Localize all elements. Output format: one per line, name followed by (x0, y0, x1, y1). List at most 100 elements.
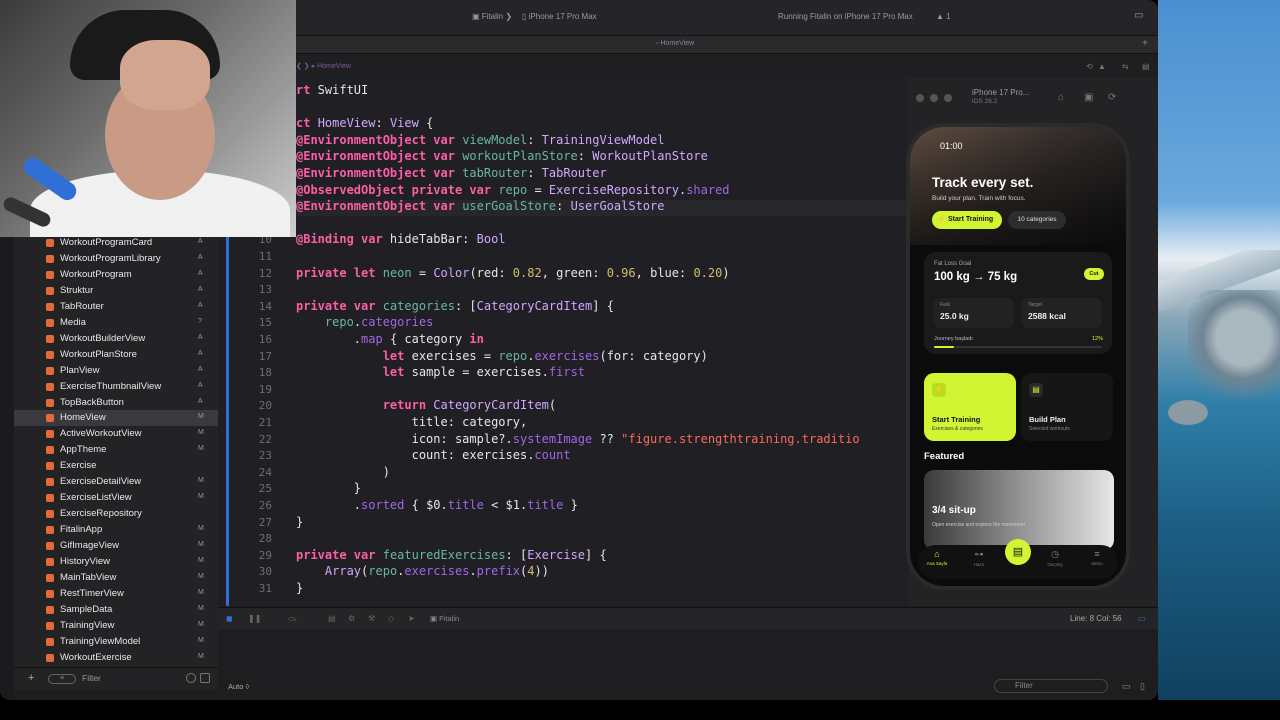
swift-file-icon (46, 382, 54, 391)
tab-home[interactable]: ⌂ Ana Sayfa (922, 549, 952, 566)
add-file-icon[interactable]: + (28, 672, 34, 684)
navigator-file-row[interactable]: ActiveWorkoutView M (14, 426, 218, 442)
inspector-toggle-icon[interactable]: ▭ (1134, 10, 1143, 21)
navigator-file-row[interactable]: WorkoutExercise M (14, 650, 218, 666)
wallpaper-shore (1188, 290, 1280, 410)
file-name: RestTimerView (60, 587, 124, 599)
navigator-file-row[interactable]: ExerciseThumbnailView A (14, 379, 218, 395)
navigator-file-row[interactable]: FitalinApp M (14, 522, 218, 538)
debug-target[interactable]: ▣ Fitalin (430, 614, 459, 623)
device-label: iPhone 17 Pro Max (528, 12, 597, 21)
navigator-file-row[interactable]: ExerciseRepository (14, 506, 218, 522)
minimize-dot-icon[interactable] (930, 94, 938, 102)
code-line: @EnvironmentObject var tabRouter: TabRou… (296, 166, 607, 180)
split-console-icon[interactable]: ▭ (1138, 614, 1146, 623)
scm-status: A (198, 381, 203, 389)
line-number: 19 (258, 382, 272, 396)
file-name: PlanView (60, 364, 100, 376)
navigator-file-row[interactable]: HistoryView M (14, 554, 218, 570)
tab-label: Ana Sayfa (926, 561, 948, 566)
breadcrumb[interactable]: ❮ ❯ ▸ HomeView (296, 62, 351, 70)
navigator-file-row[interactable]: RestTimerView M (14, 586, 218, 602)
issue-icon[interactable]: ▲ (1098, 62, 1106, 71)
tab-history[interactable]: ◷ Geçmiş (1040, 549, 1070, 567)
navigator-file-row[interactable]: WorkoutProgram A (14, 267, 218, 283)
split-view-icon[interactable]: ▯ (1140, 681, 1145, 692)
clipboard-icon: ▤ (1029, 383, 1043, 397)
console-mode-select[interactable]: Auto ◊ (228, 682, 249, 691)
filter-toggle-icon[interactable]: ≡ (48, 674, 76, 684)
code-line: @EnvironmentObject var workoutPlanStore:… (296, 149, 708, 164)
tab-workouts[interactable]: ⊶ Hazır (964, 549, 994, 567)
swift-file-icon (46, 558, 54, 566)
step-over-icon[interactable]: ⤼ (288, 614, 297, 624)
navigator-file-row[interactable]: WorkoutPlanStore A (14, 347, 218, 363)
adjust-icon[interactable]: ⇆ (1122, 62, 1129, 71)
simulate-location-icon[interactable]: ◇ (388, 614, 394, 623)
code-line: @EnvironmentObject var viewModel: Traini… (296, 132, 665, 147)
navigator-file-row[interactable]: WorkoutProgramLibrary A (14, 251, 218, 267)
navigator-file-row[interactable]: TopBackButton A (14, 395, 218, 411)
goal-card[interactable]: Fat Loss Goal 100 kg → 75 kg Cut Fark 25… (924, 252, 1112, 354)
navigator-file-row[interactable]: ExerciseDetailView M (14, 474, 218, 490)
navigator-filter-input[interactable]: Filter (82, 673, 101, 683)
rotate-icon[interactable]: ⟳ (1108, 92, 1116, 103)
source-editor[interactable]: 10 11 12 13 14 15 16 17 18 19 20 21 22 23 24 25 26 27 28 29… (218, 78, 908, 606)
minimap-icon[interactable]: ▤ (1142, 62, 1150, 71)
navigator-file-row[interactable]: WorkoutProgramCard A (14, 235, 218, 251)
wallpaper-rock (1168, 400, 1208, 425)
pause-icon[interactable]: ❚❚ (248, 614, 261, 623)
tab-homeview[interactable]: ▫ HomeView (656, 40, 694, 47)
code-line: } (296, 514, 304, 529)
back-icon[interactable]: ⟲ (1086, 62, 1093, 71)
plan-fab-button[interactable]: ▤ (1005, 539, 1031, 565)
navigator-file-row[interactable]: ExerciseListView M (14, 490, 218, 506)
scm-status: M (198, 572, 204, 580)
navigator-file-row[interactable]: WorkoutBuilderView A (14, 331, 218, 347)
view-debugger-icon[interactable]: ▤ (328, 614, 336, 623)
navigator-file-row[interactable]: GifImageView M (14, 538, 218, 554)
scm-status: M (198, 588, 204, 596)
scm-status: M (198, 557, 204, 564)
scm-filter-icon[interactable] (200, 673, 210, 683)
scm-status: A (198, 238, 203, 245)
console-filter-input[interactable]: Filter (994, 679, 1108, 693)
navigator-file-row[interactable]: TrainingView M (14, 618, 218, 634)
navigator-file-row[interactable]: PlanView A (14, 363, 218, 379)
navigator-file-row[interactable]: SampleData M (14, 602, 218, 618)
tab-menu[interactable]: ≡ Menu (1082, 549, 1112, 566)
featured-heading: Featured (924, 451, 965, 462)
screenshot-icon[interactable]: ▣ (1084, 92, 1093, 103)
scheme-selector[interactable]: ▣ Fitalin ❯ (472, 12, 512, 21)
swift-file-icon (46, 270, 54, 279)
hero-title: Track every set. (932, 175, 1034, 190)
home-icon[interactable]: ⌂ (1058, 92, 1064, 103)
toggle-console-icon[interactable]: ◼ (226, 614, 233, 623)
zoom-dot-icon[interactable] (944, 94, 952, 102)
memory-graph-icon[interactable]: ⚙ (348, 614, 355, 623)
start-training-card[interactable]: ⚡ Start Training Exercises & categories (924, 373, 1016, 441)
navigator-file-row[interactable]: TabRouter A (14, 299, 218, 315)
close-dot-icon[interactable] (916, 94, 924, 102)
navigator-file-row[interactable]: Media? (14, 315, 218, 331)
start-training-button[interactable]: Start Training (932, 211, 1002, 229)
warning-indicator[interactable]: ▲ 1 (936, 12, 951, 21)
navigator-file-row[interactable]: Struktur A (14, 283, 218, 299)
navigator-file-row[interactable]: Exercise (14, 458, 218, 474)
location-arrow-icon[interactable]: ➤ (408, 614, 415, 623)
recent-files-icon[interactable] (186, 673, 196, 683)
navigator-file-row[interactable]: TrainingViewModel M (14, 634, 218, 650)
device-selector[interactable]: ▯ iPhone 17 Pro Max (522, 12, 597, 21)
add-tab-icon[interactable]: + (1142, 38, 1148, 49)
navigator-file-row[interactable]: MainTabView M (14, 570, 218, 586)
featured-exercise-card[interactable]: 3/4 sit-up Open exercise and explore the… (924, 470, 1114, 550)
environment-icon[interactable]: ⚒ (368, 614, 375, 623)
scm-status: A (198, 253, 203, 261)
scm-status: M (198, 445, 204, 453)
navigator-file-row[interactable]: AppTheme M (14, 442, 218, 458)
scm-status: M (198, 477, 204, 485)
categories-button[interactable]: 10 categories (1008, 211, 1066, 229)
navigator-file-row[interactable]: HomeView M (14, 410, 218, 427)
build-plan-card[interactable]: ▤ Build Plan Selected workouts (1021, 373, 1113, 441)
trash-icon[interactable]: ▭ (1122, 681, 1131, 692)
